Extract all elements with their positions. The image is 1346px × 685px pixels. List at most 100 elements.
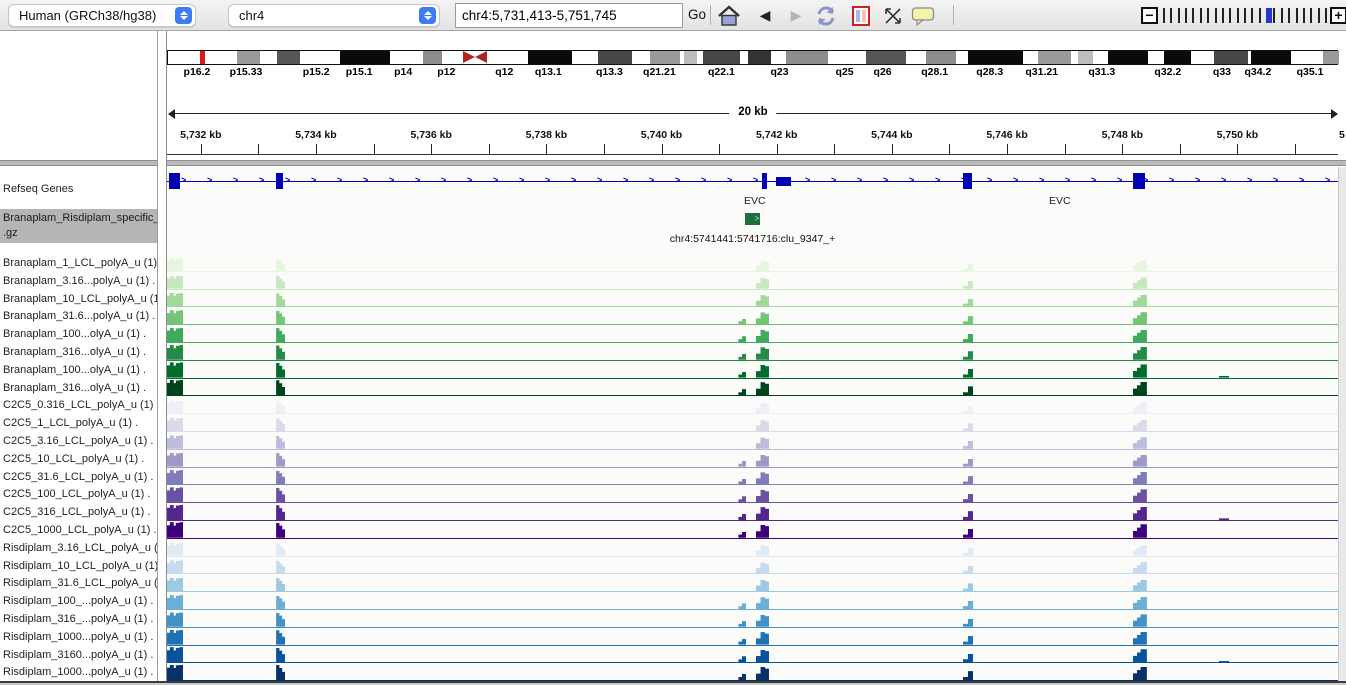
coverage-track-row[interactable] [167, 307, 1338, 325]
back-icon[interactable]: ◀ [752, 3, 778, 28]
sidebar-track-label[interactable]: C2C5_3.16_LCL_polyA_u (1) . [3, 435, 157, 447]
sidebar-track-label[interactable]: Risdiplam_100_...polyA_u (1) . [3, 595, 157, 607]
zoom-level-tick[interactable] [1229, 8, 1231, 23]
sidebar-track-label[interactable]: Branaplam_31.6...polyA_u (1) . [3, 310, 157, 322]
sidebar-track-label[interactable]: Risdiplam_3160...polyA_u (1) . [3, 649, 157, 661]
coverage-track-row[interactable] [167, 468, 1338, 486]
forward-icon[interactable]: ▶ [783, 3, 809, 28]
zoom-level-tick[interactable] [1259, 8, 1261, 23]
coverage-track-row[interactable] [167, 557, 1338, 575]
coverage-peak [756, 667, 769, 680]
zoom-level-tick[interactable] [1200, 8, 1202, 23]
sidebar-track-label[interactable]: Risdiplam_31.6_LCL_polyA_u (1 [3, 577, 157, 589]
coverage-track-row[interactable] [167, 343, 1338, 361]
zoom-level-tick[interactable] [1192, 8, 1194, 23]
sidebar-track-label[interactable]: Branaplam_100...olyA_u (1) . [3, 364, 157, 376]
cytoband-label: p15.1 [346, 66, 373, 78]
coverage-peak [738, 354, 746, 360]
coverage-peak [756, 545, 769, 556]
zoom-level-tick[interactable] [1163, 8, 1165, 23]
coverage-track-row[interactable] [167, 396, 1338, 414]
zoom-level-tick[interactable] [1310, 8, 1312, 23]
coverage-track-row[interactable] [167, 379, 1338, 397]
ruler-position-label: 5,742 kb [756, 129, 797, 141]
zoom-level-tick[interactable] [1170, 8, 1172, 23]
zoom-out-button[interactable]: − [1141, 7, 1158, 24]
locus-input[interactable] [455, 3, 683, 28]
zoom-level-tick[interactable] [1244, 8, 1246, 23]
sidebar-track-label[interactable]: Branaplam_10_LCL_polyA_u (1) [3, 293, 157, 305]
coverage-track-row[interactable] [167, 361, 1338, 379]
coverage-track-row[interactable] [167, 663, 1338, 681]
chromosome-ideogram[interactable] [167, 50, 1338, 65]
zoom-level-tick[interactable] [1296, 8, 1298, 23]
coverage-track-row[interactable] [167, 539, 1338, 557]
zoom-level-tick[interactable] [1251, 8, 1253, 23]
zoom-level-tick[interactable] [1273, 8, 1275, 23]
go-button[interactable]: Go [688, 7, 706, 22]
sidebar-track-label[interactable]: C2C5_316_LCL_polyA_u (1) . [3, 506, 157, 518]
coverage-track-row[interactable] [167, 521, 1338, 539]
sidebar-track-label[interactable]: Branaplam_316...olyA_u (1) . [3, 382, 157, 394]
coverage-peak [167, 578, 183, 591]
genome-select[interactable]: Human (GRCh38/hg38) [8, 4, 196, 27]
coverage-track-row[interactable] [167, 254, 1338, 272]
fit-to-window-icon[interactable] [880, 3, 906, 28]
zoom-current-level-tick[interactable] [1266, 8, 1272, 23]
zoom-level-tick[interactable] [1318, 8, 1320, 23]
zoom-slider[interactable] [1163, 8, 1327, 23]
chromosome-select[interactable]: chr4 [228, 4, 440, 27]
tooltip-bubble-icon[interactable] [910, 3, 936, 28]
define-region-icon[interactable] [848, 3, 874, 28]
sidebar-track-label[interactable]: C2C5_31.6_LCL_polyA_u (1) . [3, 471, 157, 483]
coverage-peak [276, 293, 285, 306]
refresh-icon[interactable] [813, 3, 839, 28]
sidebar-item-selected-track[interactable]: Branaplam_Risdiplam_specific_int .gz [0, 209, 157, 243]
sidebar-track-label[interactable]: C2C5_10_LCL_polyA_u (1) . [3, 453, 157, 465]
coverage-track-row[interactable] [167, 432, 1338, 450]
home-icon[interactable] [716, 3, 742, 28]
zoom-level-tick[interactable] [1281, 8, 1283, 23]
header-divider[interactable] [0, 160, 1346, 166]
sidebar-track-label[interactable]: Branaplam_1_LCL_polyA_u (1) . [3, 257, 157, 269]
zoom-level-tick[interactable] [1215, 8, 1217, 23]
junction-feature[interactable]: > [745, 213, 761, 225]
sidebar-track-label[interactable]: C2C5_0.316_LCL_polyA_u (1) . [3, 399, 157, 411]
coverage-track-row[interactable] [167, 450, 1338, 468]
coverage-track-row[interactable] [167, 574, 1338, 592]
zoom-in-button[interactable]: + [1330, 7, 1346, 24]
sidebar-track-label[interactable]: Branaplam_100...olyA_u (1) . [3, 328, 157, 340]
sidebar-item-refseq-genes[interactable]: Refseq Genes [3, 183, 157, 195]
sidebar-track-label[interactable]: Risdiplam_10_LCL_polyA_u (1) . [3, 560, 157, 572]
sidebar-track-label[interactable]: C2C5_1000_LCL_polyA_u (1) . [3, 524, 157, 536]
coverage-track-row[interactable] [167, 628, 1338, 646]
coverage-track-row[interactable] [167, 272, 1338, 290]
coverage-track-row[interactable] [167, 414, 1338, 432]
sidebar-track-label[interactable]: Risdiplam_1000...polyA_u (1) . [3, 666, 157, 678]
zoom-level-tick[interactable] [1303, 8, 1305, 23]
chromosome-select-value: chr4 [229, 8, 419, 23]
zoom-level-tick[interactable] [1325, 8, 1327, 23]
sidebar-track-label[interactable]: Risdiplam_316_...polyA_u (1) . [3, 613, 157, 625]
coverage-track-row[interactable] [167, 325, 1338, 343]
coverage-track-row[interactable] [167, 290, 1338, 308]
coverage-track-row[interactable] [167, 485, 1338, 503]
zoom-level-tick[interactable] [1288, 8, 1290, 23]
sidebar-track-label[interactable]: C2C5_100_LCL_polyA_u (1) . [3, 488, 157, 500]
coverage-track-row[interactable] [167, 646, 1338, 664]
sidebar-track-label[interactable]: Risdiplam_3.16_LCL_polyA_u (1 [3, 542, 157, 554]
ruler-tick [258, 144, 259, 154]
zoom-level-tick[interactable] [1185, 8, 1187, 23]
zoom-level-tick[interactable] [1178, 8, 1180, 23]
coverage-track-row[interactable] [167, 503, 1338, 521]
sidebar-track-label[interactable]: Risdiplam_1000...polyA_u (1) . [3, 631, 157, 643]
zoom-level-tick[interactable] [1222, 8, 1224, 23]
zoom-level-tick[interactable] [1237, 8, 1239, 23]
sidebar-track-label[interactable]: Branaplam_316...olyA_u (1) . [3, 346, 157, 358]
cytoband-label: q22.1 [708, 66, 735, 78]
sidebar-track-label[interactable]: Branaplam_3.16...polyA_u (1) . [3, 275, 157, 287]
coverage-track-row[interactable] [167, 592, 1338, 610]
zoom-level-tick[interactable] [1207, 8, 1209, 23]
coverage-track-row[interactable] [167, 610, 1338, 628]
sidebar-track-label[interactable]: C2C5_1_LCL_polyA_u (1) . [3, 417, 157, 429]
